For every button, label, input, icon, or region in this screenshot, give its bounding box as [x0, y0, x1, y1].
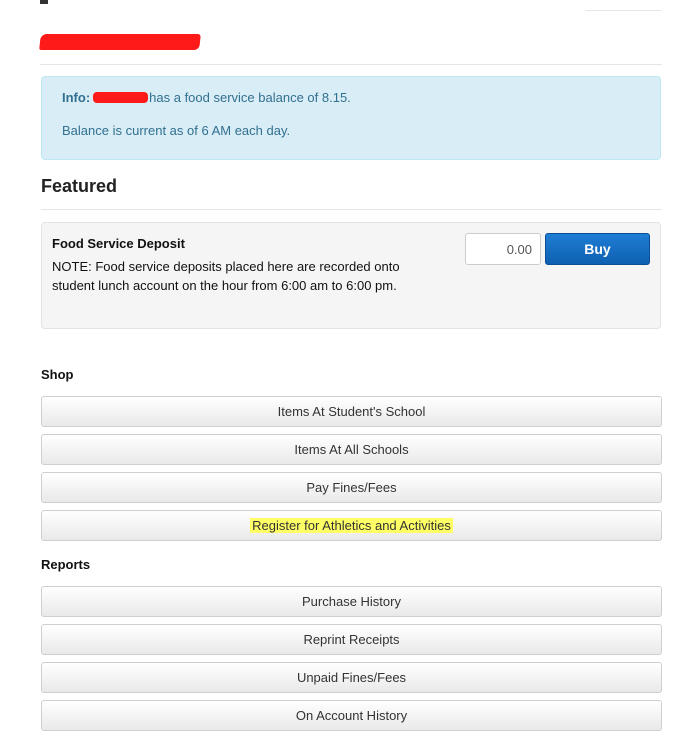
reprint-receipts-button[interactable]: Reprint Receipts: [41, 624, 662, 655]
student-name-redacted-inline: [93, 92, 149, 103]
name-divider: [40, 64, 662, 65]
buy-button[interactable]: Buy: [545, 233, 650, 265]
register-athletics-activities-button[interactable]: Register for Athletics and Activities: [41, 510, 662, 541]
items-at-all-schools-button[interactable]: Items At All Schools: [41, 434, 662, 465]
deposit-title: Food Service Deposit: [52, 236, 185, 251]
shop-heading: Shop: [41, 367, 74, 382]
balance-text: has a food service balance of 8.15.: [149, 90, 351, 105]
student-name-redacted: [39, 34, 201, 50]
purchase-history-button[interactable]: Purchase History: [41, 586, 662, 617]
top-divider: [585, 10, 661, 11]
featured-heading: Featured: [41, 176, 118, 196]
balance-current-note: Balance is current as of 6 AM each day.: [62, 123, 291, 138]
items-at-students-school-button[interactable]: Items At Student's School: [41, 396, 662, 427]
info-alert: Info: has a food service balance of 8.15.…: [41, 76, 661, 160]
pay-fines-fees-button[interactable]: Pay Fines/Fees: [41, 472, 662, 503]
deposit-amount-input[interactable]: [465, 233, 541, 265]
highlighted-label: Register for Athletics and Activities: [250, 518, 453, 533]
reports-heading: Reports: [41, 557, 91, 572]
featured-divider: [41, 209, 662, 210]
deposit-note: NOTE: Food service deposits placed here …: [52, 259, 400, 293]
unpaid-fines-fees-button[interactable]: Unpaid Fines/Fees: [41, 662, 662, 693]
on-account-history-button[interactable]: On Account History: [41, 700, 662, 731]
info-label: Info:: [62, 90, 91, 105]
top-fragment: [40, 0, 48, 4]
balance-message: Info: has a food service balance of 8.15.: [62, 90, 351, 105]
food-service-deposit-panel: Food Service Deposit NOTE: Food service …: [41, 222, 661, 329]
